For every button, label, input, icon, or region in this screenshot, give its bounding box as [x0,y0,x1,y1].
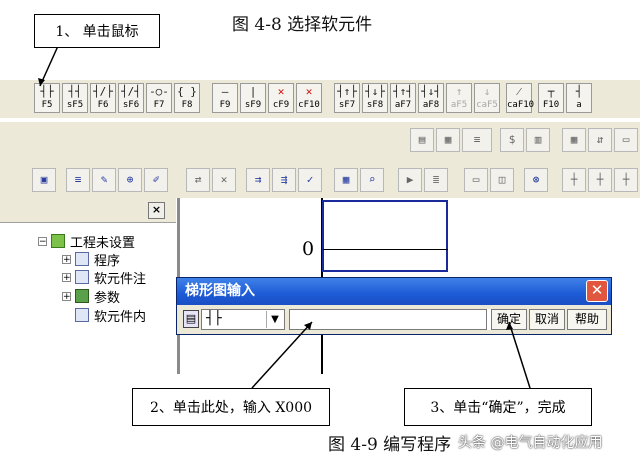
figure-caption-bottom: 图 4-9 编写程序 [328,435,452,455]
watermark: 头条 @电气自动化应用 [458,435,603,451]
arrow-head-1 [38,78,45,86]
callout-click-mouse: 1、 单击鼠标 [34,14,160,48]
arrow-line-2 [251,321,313,389]
callout-input-x000: 2、单击此处，输入 X000 [132,388,330,426]
arrow-head-3 [506,322,513,330]
callout-click-ok: 3、单击“确定”，完成 [404,388,592,426]
arrow-line-3 [508,321,531,389]
